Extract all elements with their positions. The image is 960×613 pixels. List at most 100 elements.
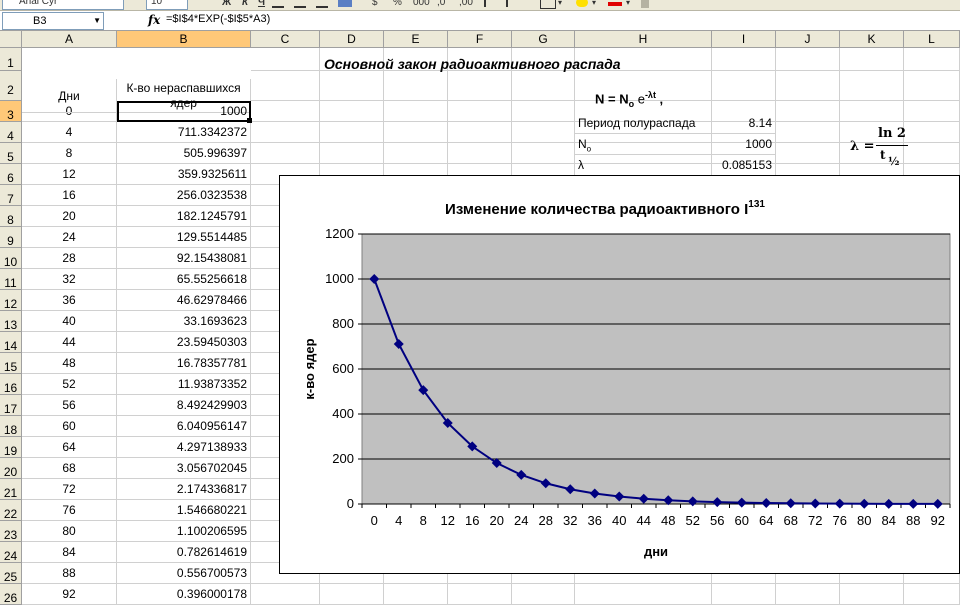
cell-l5[interactable] [904, 143, 960, 164]
cell-a20[interactable]: 68 [22, 458, 117, 479]
increase-decimal-button[interactable]: ,0 [437, 0, 445, 9]
cell-j3[interactable] [776, 101, 840, 122]
value-half-life[interactable]: 8.14 [712, 113, 776, 134]
cell-k3[interactable] [840, 101, 904, 122]
cell-j26[interactable] [776, 584, 840, 605]
cell-l2[interactable] [904, 71, 960, 101]
font-name-select[interactable]: Arial Cyr [2, 0, 124, 10]
cell-k26[interactable] [840, 584, 904, 605]
borders-icon[interactable] [540, 0, 556, 9]
thousands-button[interactable]: 000 [413, 0, 430, 9]
column-header-b[interactable]: B [117, 31, 251, 48]
cell-b12[interactable]: 46.62978466 [117, 290, 251, 311]
cell-b16[interactable]: 11.93873352 [117, 374, 251, 395]
row-header-10[interactable]: 10 [0, 248, 22, 269]
cell-a23[interactable]: 80 [22, 521, 117, 542]
cell-d3[interactable] [320, 101, 384, 122]
cell-j2[interactable] [776, 71, 840, 101]
cell-c1[interactable] [251, 48, 320, 71]
label-n0[interactable]: No [575, 134, 712, 155]
cell-f3[interactable] [448, 101, 512, 122]
row-header-21[interactable]: 21 [0, 479, 22, 500]
cell-a11[interactable]: 32 [22, 269, 117, 290]
cell-a8[interactable]: 20 [22, 206, 117, 227]
cell-c3[interactable] [251, 101, 320, 122]
row-header-14[interactable]: 14 [0, 332, 22, 353]
cell-b19[interactable]: 4.297138933 [117, 437, 251, 458]
select-all-corner[interactable] [0, 31, 22, 48]
row-header-5[interactable]: 5 [0, 143, 22, 164]
cell-e26[interactable] [384, 584, 448, 605]
cell-a14[interactable]: 44 [22, 332, 117, 353]
cell-d5[interactable] [320, 143, 384, 164]
cell-i1[interactable] [712, 48, 776, 71]
cell-j5[interactable] [776, 143, 840, 164]
row-header-22[interactable]: 22 [0, 500, 22, 521]
column-header-d[interactable]: D [320, 31, 384, 48]
align-right-icon[interactable] [316, 0, 328, 8]
row-header-6[interactable]: 6 [0, 164, 22, 185]
fill-color-dropdown-icon[interactable]: ▾ [592, 0, 596, 9]
cell-b21[interactable]: 2.174336817 [117, 479, 251, 500]
cell-d26[interactable] [320, 584, 384, 605]
cell-k2[interactable] [840, 71, 904, 101]
name-box[interactable]: B3 ▼ [2, 12, 104, 30]
cell-l26[interactable] [904, 584, 960, 605]
cell-j1[interactable] [776, 48, 840, 71]
cell-b10[interactable]: 92.15438081 [117, 248, 251, 269]
cell-b9[interactable]: 129.5514485 [117, 227, 251, 248]
decrease-decimal-button[interactable]: ,00 [459, 0, 473, 9]
cell-a17[interactable]: 56 [22, 395, 117, 416]
row-header-17[interactable]: 17 [0, 395, 22, 416]
column-header-f[interactable]: F [448, 31, 512, 48]
decay-chart[interactable]: 0 200 400 600 800 1000 1200 0 4 8 12 16 20 24 28 32 36 40… [279, 175, 960, 574]
cell-f26[interactable] [448, 584, 512, 605]
cell-b7[interactable]: 256.0323538 [117, 185, 251, 206]
cell-b17[interactable]: 8.492429903 [117, 395, 251, 416]
row-header-20[interactable]: 20 [0, 458, 22, 479]
cell-a10[interactable]: 28 [22, 248, 117, 269]
percent-button[interactable]: % [393, 0, 402, 9]
row-header-1[interactable]: 1 [0, 48, 22, 71]
cell-f5[interactable] [448, 143, 512, 164]
header-days[interactable]: Дни [22, 79, 117, 113]
cell-b18[interactable]: 6.040956147 [117, 416, 251, 437]
column-header-h[interactable]: H [575, 31, 712, 48]
cell-a9[interactable]: 24 [22, 227, 117, 248]
cell-k1[interactable] [840, 48, 904, 71]
cell-b15[interactable]: 16.78357781 [117, 353, 251, 374]
cell-b22[interactable]: 1.546680221 [117, 500, 251, 521]
borders-dropdown-icon[interactable]: ▾ [558, 0, 562, 9]
row-header-15[interactable]: 15 [0, 353, 22, 374]
row-header-16[interactable]: 16 [0, 374, 22, 395]
increase-indent-icon[interactable] [506, 0, 520, 7]
decrease-indent-icon[interactable] [484, 0, 498, 7]
cell-g5[interactable] [512, 143, 575, 164]
row-header-9[interactable]: 9 [0, 227, 22, 248]
column-header-a[interactable]: A [22, 31, 117, 48]
row-header-2[interactable]: 2 [0, 71, 22, 101]
cell-e2[interactable] [384, 71, 448, 101]
cell-b14[interactable]: 23.59450303 [117, 332, 251, 353]
cell-a7[interactable]: 16 [22, 185, 117, 206]
toolbar-options-icon[interactable] [641, 0, 649, 8]
row-header-4[interactable]: 4 [0, 122, 22, 143]
cell-c26[interactable] [251, 584, 320, 605]
row-header-11[interactable]: 11 [0, 269, 22, 290]
cell-b3[interactable]: 1000 [117, 101, 251, 122]
column-header-j[interactable]: J [776, 31, 840, 48]
name-box-dropdown-icon[interactable]: ▼ [93, 13, 101, 29]
cell-a24[interactable]: 84 [22, 542, 117, 563]
cell-b11[interactable]: 65.55256618 [117, 269, 251, 290]
cell-l1[interactable] [904, 48, 960, 71]
row-header-8[interactable]: 8 [0, 206, 22, 227]
column-header-g[interactable]: G [512, 31, 575, 48]
bold-button[interactable]: Ж [222, 0, 231, 9]
cell-g3[interactable] [512, 101, 575, 122]
cell-b24[interactable]: 0.782614619 [117, 542, 251, 563]
cell-b26[interactable]: 0.396000178 [117, 584, 251, 605]
column-header-i[interactable]: I [712, 31, 776, 48]
cell-b23[interactable]: 1.100206595 [117, 521, 251, 542]
cell-b8[interactable]: 182.1245791 [117, 206, 251, 227]
label-half-life[interactable]: Период полураспада [575, 113, 712, 134]
